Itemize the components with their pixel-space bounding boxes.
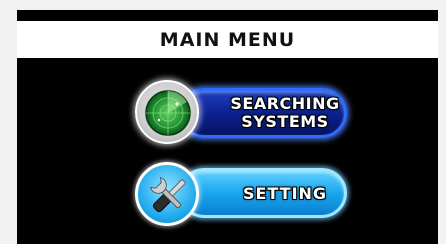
wrench-screwdriver-icon xyxy=(150,177,186,213)
searching-systems-button[interactable]: SEARCHING SYSTEMS xyxy=(135,80,350,146)
searching-systems-pill[interactable]: SEARCHING SYSTEMS xyxy=(179,88,347,138)
page-title: MAIN MENU xyxy=(159,28,296,51)
searching-systems-label-line2: SYSTEMS xyxy=(241,112,329,131)
menu-screen: MAIN MENU SEARCHING SYSTEMS SETTING xyxy=(17,10,438,244)
radar-icon-circle[interactable] xyxy=(135,80,199,144)
setting-label: SETTING xyxy=(232,171,338,215)
setting-label-text: SETTING xyxy=(242,183,328,203)
title-bar: MAIN MENU xyxy=(17,21,438,58)
settings-icon-circle[interactable] xyxy=(135,162,199,226)
searching-systems-label-line1: SEARCHING xyxy=(230,94,340,113)
setting-pill[interactable]: SETTING xyxy=(179,168,347,218)
searching-systems-label: SEARCHING SYSTEMS xyxy=(230,91,340,135)
device-frame: MAIN MENU SEARCHING SYSTEMS SETTING xyxy=(0,0,446,244)
radar-icon xyxy=(145,90,191,136)
setting-button[interactable]: SETTING xyxy=(135,162,350,226)
